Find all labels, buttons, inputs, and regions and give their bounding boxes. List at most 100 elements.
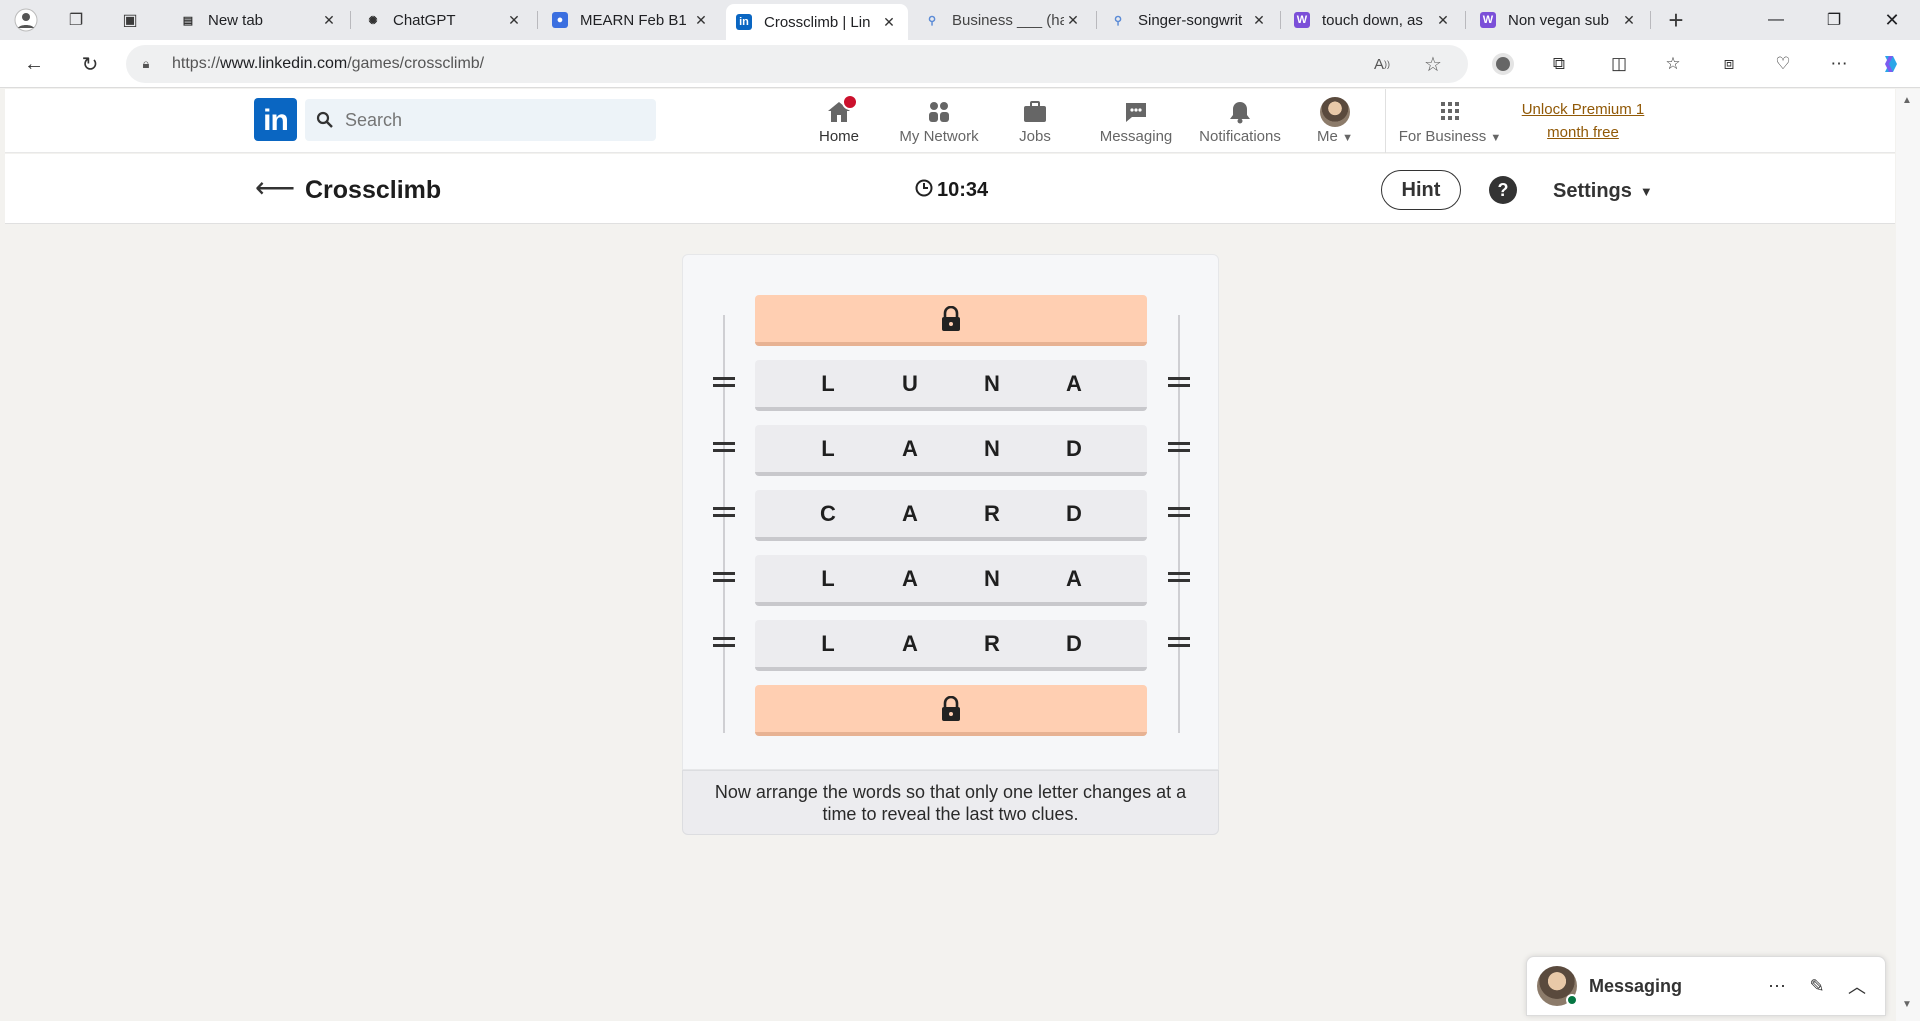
back-arrow-icon[interactable]: ⟵ [255,174,295,202]
letter-tile: U [902,370,918,396]
browser-tab-bar: ❐ ▣ ▤ New tab ✕ ✺ ChatGPT ✕ ● MEARN Feb … [0,0,1920,40]
drag-handle-icon[interactable] [1168,637,1190,647]
letter-tile: A [902,630,918,656]
w-icon: W [1480,12,1496,28]
new-tab-plus-icon[interactable]: + [1662,5,1690,35]
tab-singer[interactable]: ⚲ Singer-songwrit ✕ [1100,4,1278,36]
drag-handle-icon[interactable] [1168,572,1190,582]
locked-row-bottom [755,685,1147,736]
timer-value: 10:34 [937,179,989,201]
tab-non-vegan[interactable]: W Non vegan sub ✕ [1470,4,1648,36]
lock-icon [942,305,960,331]
tab-crossclimb[interactable]: in Crossclimb | Lin ✕ [726,4,908,40]
word-row-2[interactable]: L A N D [755,425,1147,476]
close-icon[interactable]: ✕ [1434,12,1452,29]
favorite-star-icon[interactable]: ☆ [1424,45,1442,83]
close-icon[interactable]: ✕ [1250,12,1268,29]
compose-icon[interactable]: ✎ [1797,976,1837,997]
contacts-icon: ● [552,12,568,28]
word-row-3[interactable]: C A R D [755,490,1147,541]
more-menu-icon[interactable]: ⋯ [1826,52,1852,76]
drag-handle-icon[interactable] [713,637,735,647]
close-icon[interactable]: ✕ [1064,12,1082,29]
drag-handle-icon[interactable] [1168,442,1190,452]
tab-chatgpt[interactable]: ✺ ChatGPT ✕ [355,4,533,36]
nav-my-network[interactable]: My Network [889,89,989,153]
newtab-icon: ▤ [182,14,194,27]
search-input[interactable] [345,109,635,131]
back-icon[interactable]: ← [20,50,48,78]
workspaces-icon[interactable]: ❐ [62,6,90,34]
close-icon[interactable]: ✕ [1620,12,1638,29]
close-icon[interactable]: ✕ [505,12,523,29]
tab-title: Crossclimb | Lin [764,13,871,31]
extensions-icon[interactable]: ⧉ [1546,52,1572,76]
letter-tile: C [820,500,836,526]
search-icon: ⚲ [927,14,937,27]
drag-handle-icon[interactable] [713,377,735,387]
nav-for-business[interactable]: For Business ▼ [1395,89,1505,153]
nav-jobs-label: Jobs [1019,128,1051,145]
nav-messaging[interactable]: Messaging [1091,89,1181,153]
help-icon[interactable]: ? [1489,176,1517,204]
nav-me-label: Me ▼ [1317,128,1353,145]
letter-tile: L [821,565,835,591]
word-row-1[interactable]: L U N A [755,360,1147,411]
caret-down-icon: ▼ [1342,132,1353,144]
messaging-overlay[interactable]: Messaging ⋯ ✎ ︿ [1526,956,1886,1016]
browser-essentials-icon[interactable]: ♡ [1770,52,1796,76]
nav-home[interactable]: Home [809,89,869,153]
minimize-icon[interactable]: — [1748,0,1804,40]
chevron-up-icon[interactable]: ︿ [1837,973,1877,999]
lock-icon[interactable]: 🔒︎ [126,56,166,72]
favorites-icon[interactable]: ☆ [1660,52,1686,76]
close-icon[interactable]: ✕ [880,14,898,31]
word-row-4[interactable]: L A N A [755,555,1147,606]
scroll-down-icon[interactable]: ▼ [1902,999,1912,1010]
lock-icon [942,695,960,721]
nav-me[interactable]: Me ▼ [1305,89,1365,153]
read-aloud-icon[interactable]: A)) [1374,45,1390,83]
nav-jobs[interactable]: Jobs [1005,89,1065,153]
chatgpt-icon: ✺ [368,14,378,27]
close-window-icon[interactable]: ✕ [1864,0,1920,40]
search-icon: ⚲ [1113,14,1123,27]
url-field[interactable]: 🔒︎ https://www.linkedin.com/games/crossc… [126,45,1468,83]
clock-icon [915,179,933,202]
drag-handle-icon[interactable] [713,507,735,517]
drag-handle-icon[interactable] [713,572,735,582]
game-timer: 10:34 [915,179,988,202]
nav-network-label: My Network [899,128,979,145]
word-row-5[interactable]: L A R D [755,620,1147,671]
collections-icon[interactable]: ⧈ [1716,52,1742,76]
scroll-up-icon[interactable]: ▲ [1902,95,1912,106]
copilot-icon[interactable] [1878,52,1904,76]
close-icon[interactable]: ✕ [320,12,338,29]
letter-tile: A [1066,370,1082,396]
vertical-tabs-icon[interactable]: ▣ [116,6,144,34]
settings-dropdown[interactable]: Settings ▼ [1553,180,1653,203]
tab-mearn[interactable]: ● MEARN Feb B1 ✕ [542,4,720,36]
drag-handle-icon[interactable] [1168,377,1190,387]
close-icon[interactable]: ✕ [692,12,710,29]
tab-new-tab[interactable]: ▤ New tab ✕ [170,4,348,36]
restore-icon[interactable]: ❐ [1806,0,1862,40]
tab-touch-down[interactable]: W touch down, as ✕ [1284,4,1462,36]
search-box[interactable] [305,99,656,141]
letter-tile: A [902,565,918,591]
split-screen-icon[interactable]: ◫ [1606,52,1632,76]
nav-notifications[interactable]: Notifications [1185,89,1295,153]
more-options-icon[interactable]: ⋯ [1757,976,1797,997]
extension-vpn-icon[interactable] [1490,52,1516,76]
profile-icon[interactable] [12,6,40,34]
linkedin-logo[interactable]: in [254,98,297,141]
premium-link[interactable]: Unlock Premium 1 month free [1513,98,1653,144]
game-instruction: Now arrange the words so that only one l… [682,770,1219,835]
drag-handle-icon[interactable] [713,442,735,452]
drag-handle-icon[interactable] [1168,507,1190,517]
page-scrollbar[interactable]: ▲ ▼ [1896,89,1920,1021]
tab-business[interactable]: ⚲ Business ___ (ha ✕ [914,4,1092,36]
letter-tile: A [902,500,918,526]
refresh-icon[interactable]: ↻ [76,50,104,78]
hint-button[interactable]: Hint [1381,170,1461,210]
